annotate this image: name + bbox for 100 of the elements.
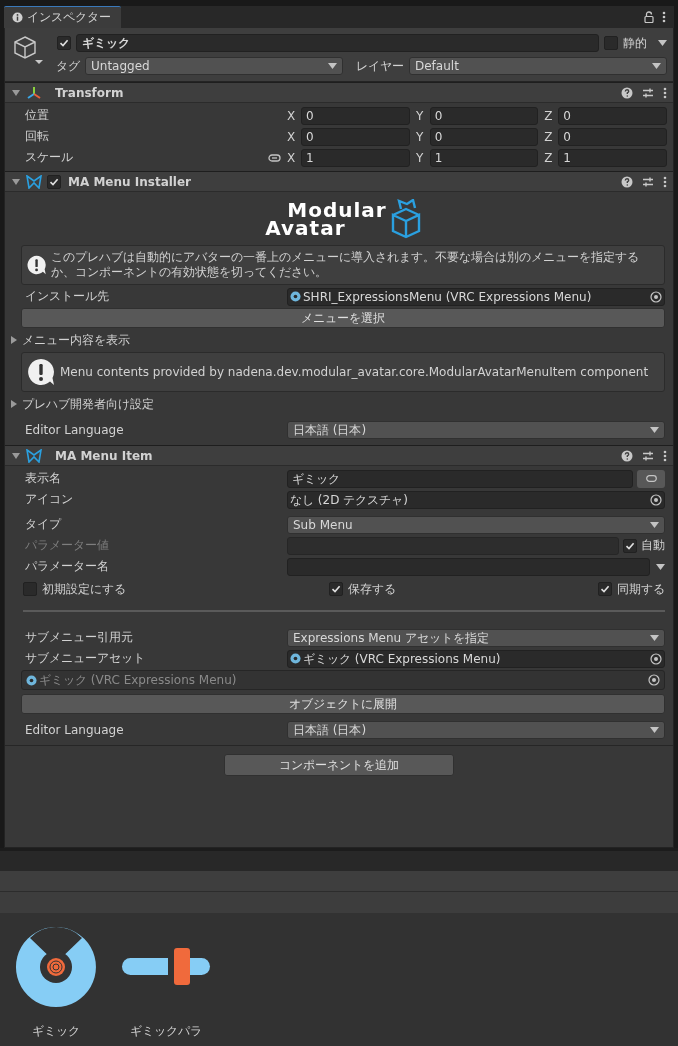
axis-label: Z xyxy=(543,108,554,123)
auto-label: 自動 xyxy=(641,537,665,554)
link-icon[interactable] xyxy=(268,153,281,162)
asset-name[interactable]: ギミックパラ xyxy=(130,1023,202,1040)
axis-label: Z xyxy=(543,150,554,165)
axis-label: Y xyxy=(415,150,425,165)
axes-icon xyxy=(26,85,42,100)
axis-label: Z xyxy=(543,129,554,144)
field-label: タイプ xyxy=(24,516,63,533)
more-options-icon[interactable] xyxy=(663,86,667,99)
field-label: スケール xyxy=(24,149,73,166)
number-field[interactable]: 0 xyxy=(429,106,539,125)
checkmark-icon xyxy=(625,540,635,551)
field-label: アイコン xyxy=(24,491,74,508)
static-label: 静的 xyxy=(623,34,647,52)
link-icon xyxy=(645,475,657,482)
warning-bubble-icon xyxy=(26,357,56,387)
enabled-checkbox[interactable] xyxy=(47,174,61,189)
number-field[interactable]: 0 xyxy=(301,127,410,146)
checkbox[interactable] xyxy=(598,582,612,596)
dropdown[interactable]: Sub Menu xyxy=(287,515,665,534)
number-field[interactable]: 1 xyxy=(301,148,410,167)
component-title: MA Menu Installer xyxy=(68,174,192,189)
help-message: Menu contents provided by nadena.dev.modular_avatar.core.ModularAvatarMenuItem component xyxy=(60,364,649,380)
disc-menu-icon[interactable] xyxy=(14,925,98,1009)
collapsed-triangle-icon[interactable] xyxy=(9,335,19,345)
number-field[interactable]: 1 xyxy=(429,148,539,167)
dropdown-arrow-icon xyxy=(650,726,659,733)
help-icon[interactable] xyxy=(621,86,633,99)
field-label: Editor Language xyxy=(24,422,125,437)
expanded-triangle-icon[interactable] xyxy=(11,450,21,461)
add-component-button[interactable]: コンポーネントを追加 xyxy=(224,754,454,776)
checkmark-icon xyxy=(330,584,341,594)
dropdown-arrow-icon xyxy=(328,63,337,69)
help-message: このプレハブは自動的にアバターの一番上のメニューに導入されます。不要な場合は別のメニューを指定するか、コンポーネントの有効状態を切ってください。 xyxy=(51,250,641,280)
help-icon[interactable] xyxy=(621,175,633,188)
object-picker-icon[interactable] xyxy=(650,493,662,506)
number-field[interactable]: 0 xyxy=(558,127,667,146)
active-checkbox[interactable] xyxy=(57,36,71,50)
presets-icon[interactable] xyxy=(642,449,654,462)
text-field[interactable]: ギミック xyxy=(287,469,633,488)
expanded-triangle-icon[interactable] xyxy=(11,176,21,187)
object-field[interactable]: SHRI_ExpressionsMenu (VRC Expressions Menu) xyxy=(287,287,665,306)
checkmark-icon xyxy=(600,584,610,594)
help-icon[interactable] xyxy=(621,449,633,462)
dropdown-arrow-icon xyxy=(650,634,659,641)
dropdown-arrow-icon[interactable] xyxy=(658,40,667,46)
checkmark-icon xyxy=(59,38,69,48)
field-label: サブメニューアセット xyxy=(24,650,146,667)
object-field[interactable]: なし (2D テクスチャ) xyxy=(287,490,665,509)
object-field: ギミック (VRC Expressions Menu) xyxy=(21,670,665,690)
dropdown-arrow-icon xyxy=(656,563,665,570)
logo-wordmark: Modular Avatar xyxy=(265,201,387,237)
static-checkbox[interactable] xyxy=(604,36,618,50)
layer-dropdown[interactable]: Default xyxy=(409,57,667,75)
more-options-icon[interactable] xyxy=(663,175,667,188)
foldout-label[interactable]: メニュー内容を表示 xyxy=(22,331,130,349)
expanded-triangle-icon[interactable] xyxy=(11,87,21,98)
axis-label: Y xyxy=(415,108,425,123)
layer-label: レイヤー xyxy=(356,57,404,75)
action-button[interactable]: メニューを選択 xyxy=(21,308,665,328)
number-field[interactable]: 0 xyxy=(429,127,539,146)
menu-asset-icon xyxy=(290,291,301,302)
number-field[interactable]: 1 xyxy=(558,148,667,167)
object-field[interactable]: ギミック (VRC Expressions Menu) xyxy=(287,649,665,668)
collapsed-triangle-icon[interactable] xyxy=(9,399,19,409)
dropdown[interactable]: 日本語 (日本) xyxy=(287,720,665,739)
dropdown[interactable]: Expressions Menu アセットを指定 xyxy=(287,628,665,647)
field-label: 表示名 xyxy=(24,470,62,487)
inspector-tab[interactable]: インスペクター xyxy=(4,6,121,28)
number-field[interactable]: 0 xyxy=(558,106,667,125)
dropdown-arrow-icon xyxy=(652,63,661,69)
number-field[interactable]: 0 xyxy=(301,106,410,125)
action-button[interactable]: オブジェクトに展開 xyxy=(21,694,665,714)
presets-icon[interactable] xyxy=(642,86,654,99)
dropdown[interactable]: 日本語 (日本) xyxy=(287,420,665,439)
asset-name[interactable]: ギミック xyxy=(32,1023,80,1040)
component-title: MA Menu Item xyxy=(55,448,153,463)
tag-dropdown[interactable]: Untagged xyxy=(85,57,343,75)
lock-icon[interactable] xyxy=(644,11,654,23)
more-options-icon[interactable] xyxy=(662,11,666,23)
field-label: 位置 xyxy=(24,107,49,124)
axis-label: Y xyxy=(415,129,425,144)
field-label: サブメニュー引用元 xyxy=(24,629,134,646)
link-toggle-button[interactable] xyxy=(637,469,665,488)
more-options-icon[interactable] xyxy=(663,449,667,462)
checkbox[interactable] xyxy=(328,582,343,596)
checkmark-icon xyxy=(49,176,59,187)
foldout-label[interactable]: プレハブ開発者向け設定 xyxy=(22,395,154,413)
checkbox-label: 保存する xyxy=(347,580,396,598)
tag-label: タグ xyxy=(56,57,80,75)
object-picker-icon[interactable] xyxy=(650,652,662,665)
field-label: インストール先 xyxy=(24,288,110,305)
axis-label: X xyxy=(285,129,297,144)
dropdown-arrow-icon xyxy=(650,426,659,433)
field-label: パラメーター値 xyxy=(24,537,110,554)
field-label: Editor Language xyxy=(24,722,125,737)
object-picker-icon[interactable] xyxy=(650,290,662,303)
presets-icon[interactable] xyxy=(642,175,654,188)
object-name-field[interactable]: ギミック xyxy=(76,34,599,52)
